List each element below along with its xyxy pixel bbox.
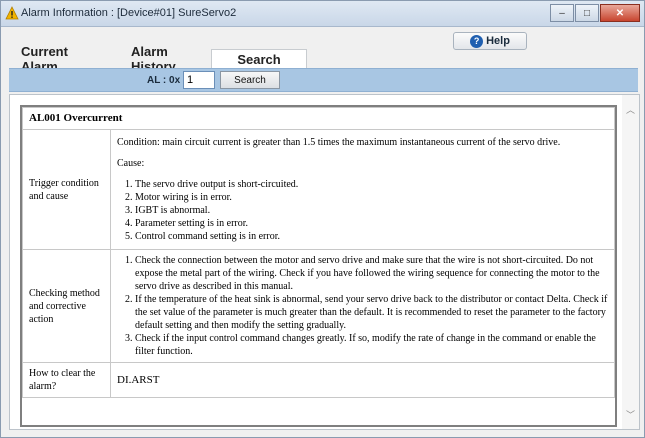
list-item: The servo drive output is short-circuite… [135,178,608,191]
alarm-detail-panel: AL001 Overcurrent Trigger condition and … [9,94,640,430]
cause-label: Cause: [117,158,145,169]
help-icon: ? [470,34,484,48]
alarm-code-input[interactable] [183,71,215,89]
window-controls: – □ ✕ [549,4,640,22]
list-item: Check if the input control command chang… [135,332,608,358]
warning-icon [5,6,19,20]
scroll-down-icon[interactable]: ﹀ [626,408,635,421]
window-title: Alarm Information : [Device#01] SureServ… [21,7,237,19]
corrective-action-list: Check the connection between the motor a… [117,254,608,358]
tab-current-alarm[interactable]: Current Alarm [9,44,119,74]
trigger-condition-label: Trigger condition and cause [22,129,111,250]
alarm-title: AL001 Overcurrent [22,107,615,130]
vertical-scrollbar[interactable]: ︿ ﹀ [622,95,639,429]
table-row: How to clear the alarm? DI.ARST [22,362,615,398]
minimize-button[interactable]: – [550,4,574,22]
title-bar[interactable]: Alarm Information : [Device#01] SureServ… [1,1,644,27]
close-button[interactable]: ✕ [600,4,640,22]
search-bar: AL : 0x Search [9,68,638,92]
help-label: Help [486,35,510,47]
list-item: Motor wiring is in error. [135,191,608,204]
search-button[interactable]: Search [220,71,280,89]
cause-list: The servo drive output is short-circuite… [117,178,608,243]
alarm-detail-frame: AL001 Overcurrent Trigger condition and … [20,105,617,427]
alarm-detail-table: AL001 Overcurrent Trigger condition and … [22,107,615,398]
clear-alarm-value: DI.ARST [110,362,615,398]
table-row: Checking method and corrective action Ch… [22,249,615,363]
condition-text: Condition: main circuit current is great… [117,137,561,148]
checking-method-label: Checking method and corrective action [22,249,111,363]
table-row: Trigger condition and cause Condition: m… [22,129,615,250]
list-item: Check the connection between the motor a… [135,254,608,293]
tab-bar: Current Alarm Alarm History Search [9,44,307,74]
alarm-code-prefix-label: AL : 0x [147,75,181,86]
checking-method-content: Check the connection between the motor a… [110,249,615,363]
alarm-title-row: AL001 Overcurrent [22,107,615,130]
scroll-up-icon[interactable]: ︿ [626,103,635,116]
tab-alarm-history[interactable]: Alarm History [119,44,211,74]
help-button[interactable]: ? Help [453,32,527,50]
list-item: Parameter setting is in error. [135,217,608,230]
list-item: If the temperature of the heat sink is a… [135,293,608,332]
list-item: Control command setting is in error. [135,230,608,243]
clear-alarm-label: How to clear the alarm? [22,362,111,398]
alarm-information-window: Alarm Information : [Device#01] SureServ… [0,0,645,438]
maximize-button[interactable]: □ [575,4,599,22]
tab-search[interactable]: Search [211,49,307,69]
list-item: IGBT is abnormal. [135,204,608,217]
trigger-condition-content: Condition: main circuit current is great… [110,129,615,250]
